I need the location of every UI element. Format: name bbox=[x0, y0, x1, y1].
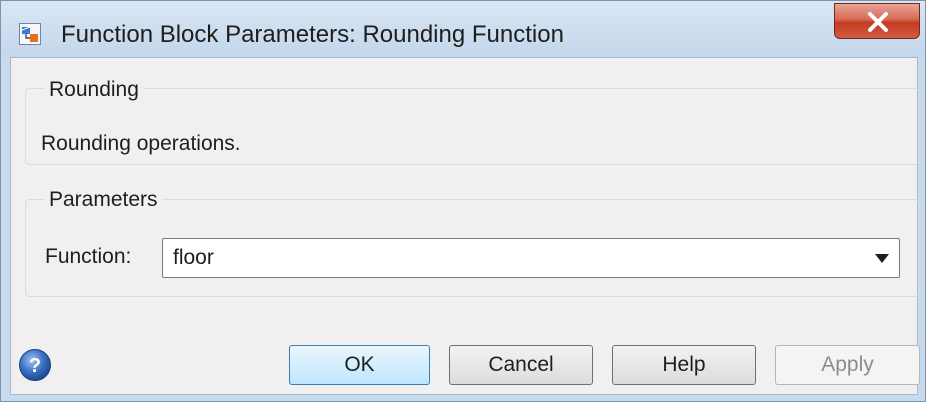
function-dropdown-value: floor bbox=[173, 246, 214, 269]
simulink-block-icon bbox=[19, 23, 41, 45]
description-group-legend: Rounding bbox=[45, 78, 143, 102]
title-bar[interactable]: Function Block Parameters: Rounding Func… bbox=[1, 1, 925, 57]
ok-button[interactable]: OK bbox=[289, 345, 430, 385]
window-title: Function Block Parameters: Rounding Func… bbox=[61, 21, 564, 48]
cancel-button[interactable]: Cancel bbox=[449, 345, 593, 385]
parameters-group-legend: Parameters bbox=[45, 188, 162, 212]
dialog-client-area: Rounding Rounding operations. Parameters… bbox=[10, 57, 920, 395]
close-icon bbox=[868, 12, 888, 32]
help-icon[interactable]: ? bbox=[18, 348, 52, 387]
close-button[interactable] bbox=[834, 3, 920, 39]
dialog-window: Function Block Parameters: Rounding Func… bbox=[0, 0, 926, 402]
apply-button[interactable]: Apply bbox=[775, 345, 920, 385]
svg-text:?: ? bbox=[29, 355, 41, 377]
dropdown-arrow-icon bbox=[875, 254, 889, 263]
function-label: Function: bbox=[45, 245, 132, 268]
function-dropdown[interactable]: floor bbox=[162, 238, 900, 278]
help-button[interactable]: Help bbox=[612, 345, 756, 385]
block-description: Rounding operations. bbox=[41, 132, 241, 155]
